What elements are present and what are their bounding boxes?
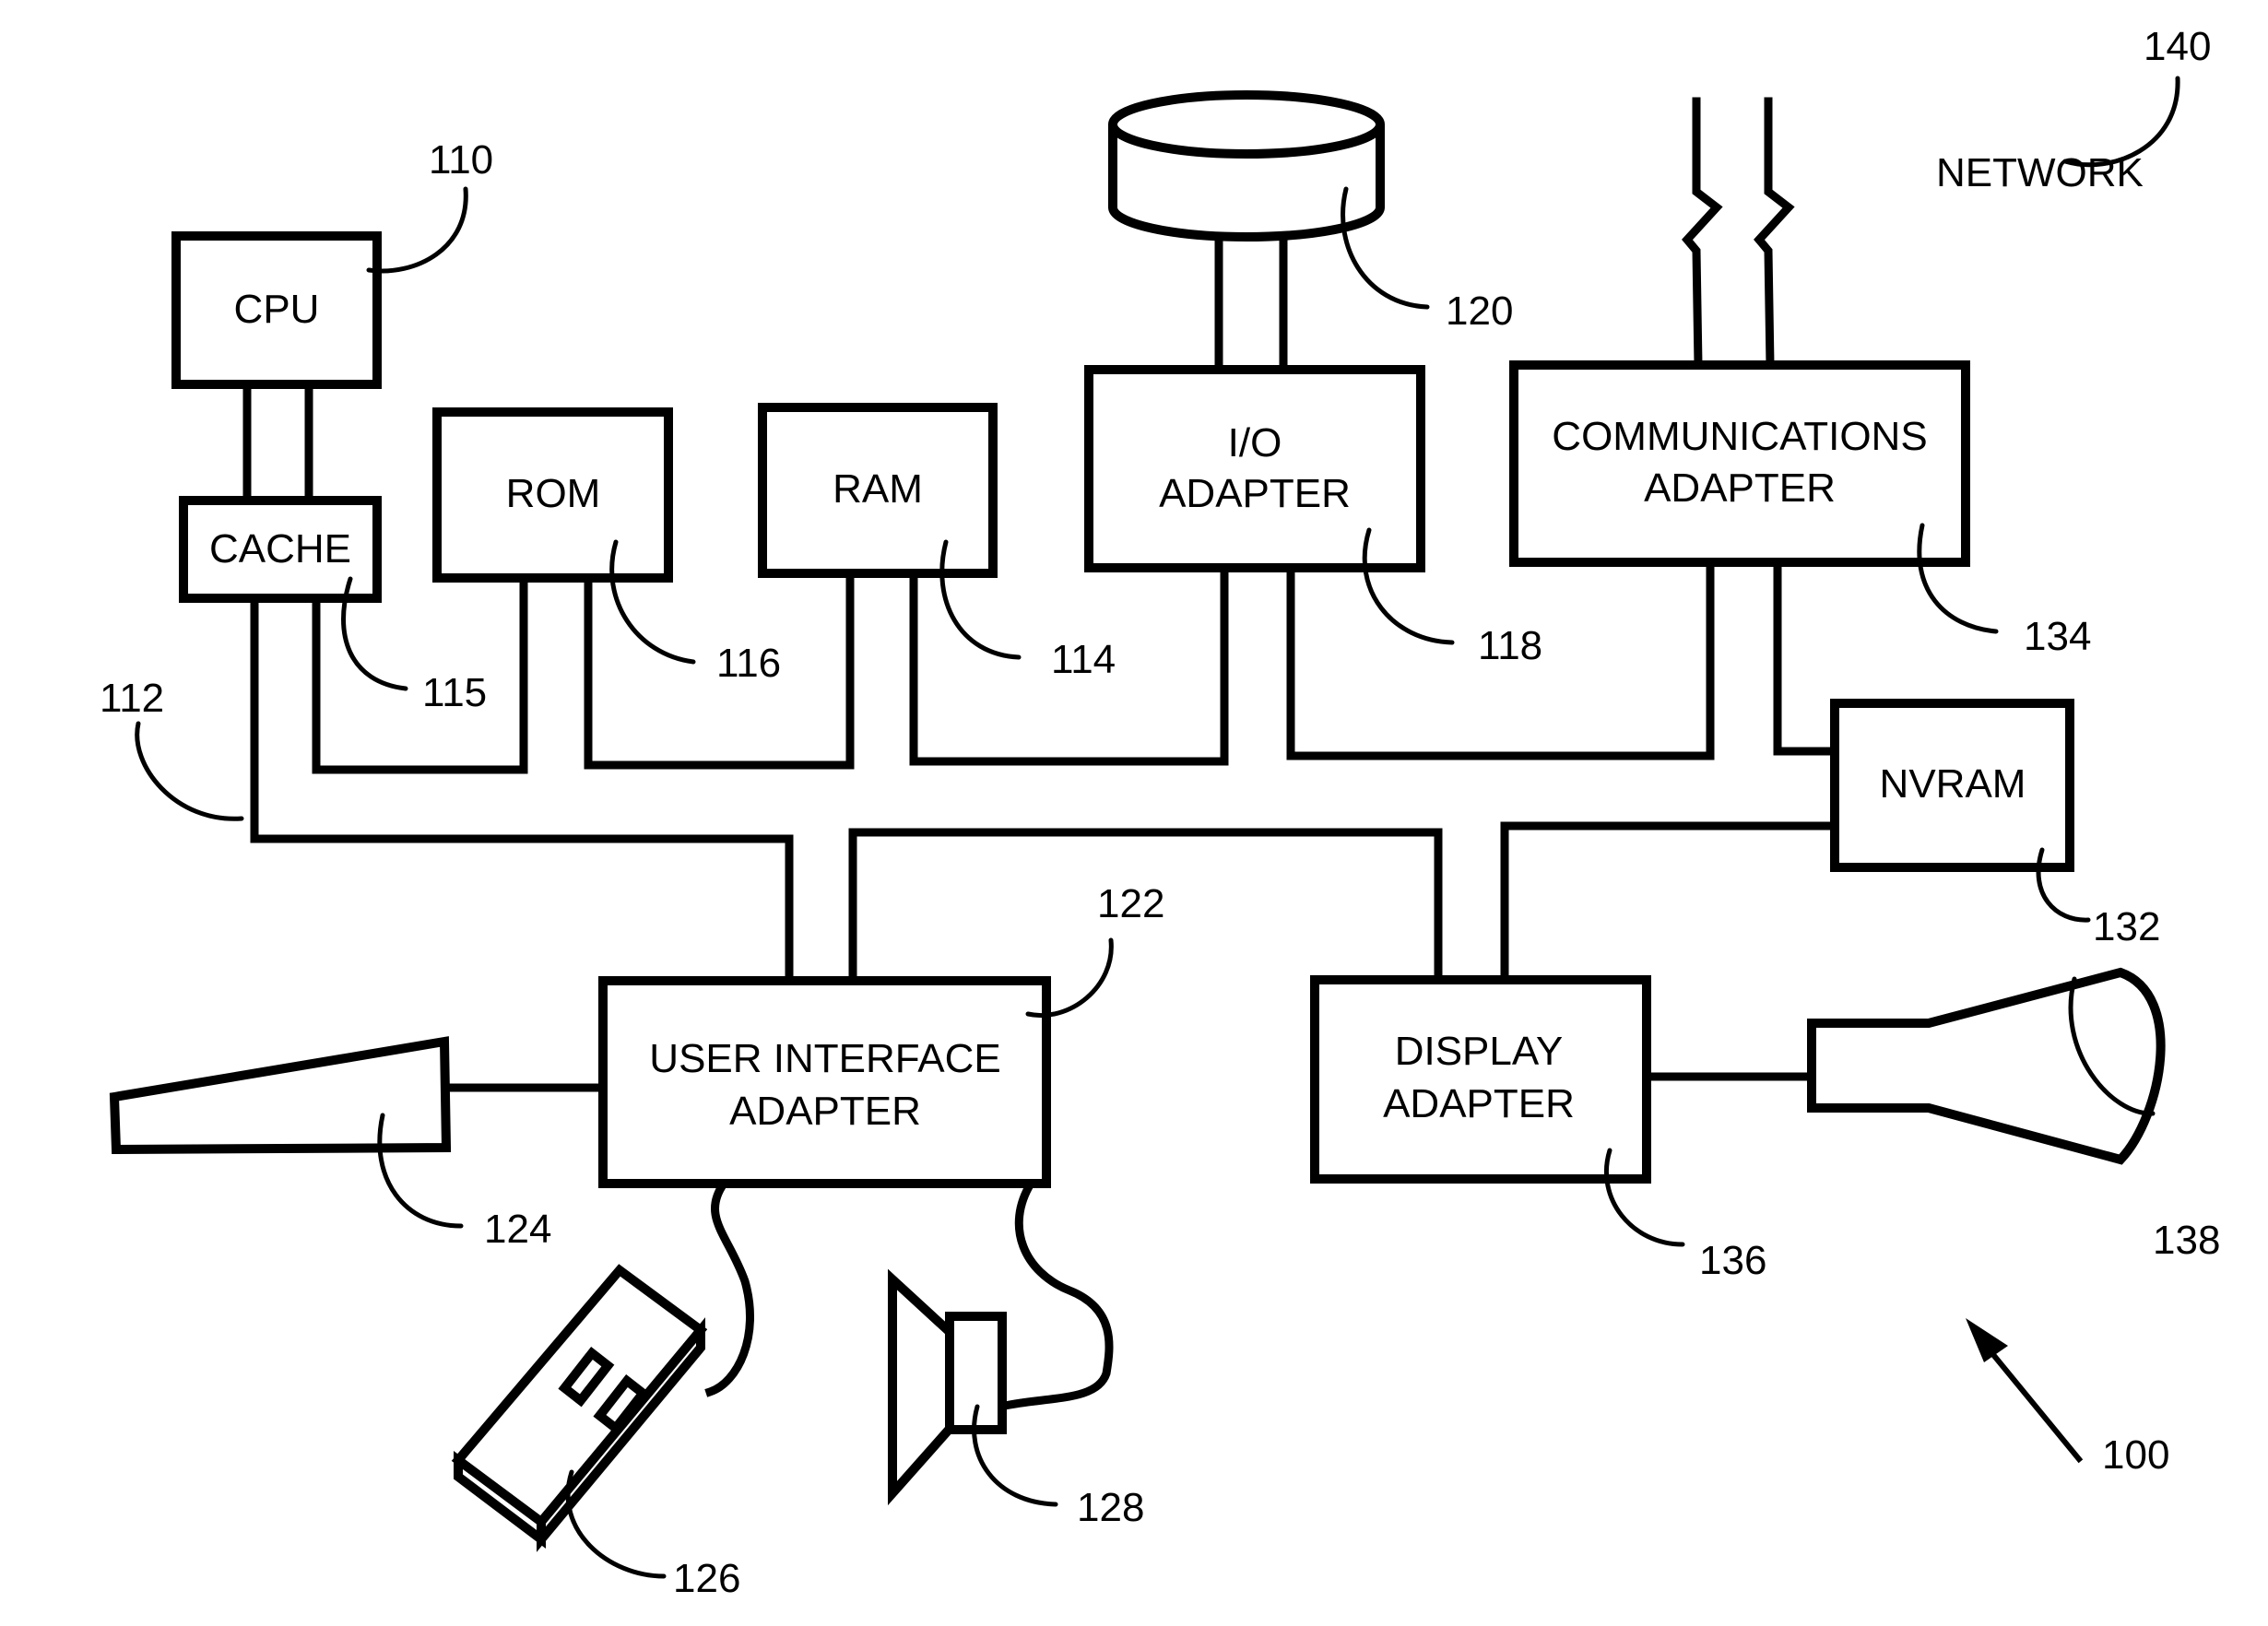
ref-112: 112	[100, 676, 164, 721]
ref-100: 100	[2102, 1432, 2169, 1478]
io-adapter-block: I/O ADAPTER	[1084, 365, 1425, 572]
monitor-device	[1807, 967, 2166, 1165]
comm-adapter-label-line1: COMMUNICATIONS	[1552, 414, 1927, 459]
nvram-block: NVRAM	[1830, 699, 2074, 872]
disk-top	[1108, 90, 1385, 159]
bus-line-display-nvram	[1500, 821, 1839, 984]
ref-124: 124	[484, 1207, 551, 1252]
ui-adapter-label-line1: USER INTERFACE	[649, 1036, 1000, 1081]
ref-115: 115	[422, 670, 487, 715]
block-diagram: CPU CACHE ROM RAM I/O ADAPTER COMMUNICAT…	[100, 24, 2220, 1601]
bus-line-cache-rom	[312, 573, 528, 774]
ui-adapter-box	[598, 976, 1051, 1188]
ref-134: 134	[2024, 614, 2091, 659]
io-adapter-box	[1084, 365, 1425, 572]
comm-adapter-box	[1509, 360, 1970, 567]
ref-126: 126	[673, 1556, 740, 1601]
io-adapter-label-line1: I/O	[1228, 420, 1282, 465]
keyboard-device	[109, 1036, 452, 1155]
network-line-left	[1682, 97, 1723, 370]
arrow-shaft	[1978, 1337, 2084, 1464]
ref-128: 128	[1077, 1485, 1144, 1530]
ram-label: RAM	[833, 466, 923, 512]
arrow-head-icon	[1966, 1318, 2008, 1362]
ui-adapter-label-line2: ADAPTER	[729, 1089, 921, 1134]
disk-drive	[1108, 90, 1385, 242]
ref-110: 110	[429, 137, 493, 183]
ram-block: RAM	[758, 403, 998, 578]
cpu-label: CPU	[234, 287, 320, 332]
io-adapter-label-line2: ADAPTER	[1159, 471, 1351, 516]
ref-136: 136	[1699, 1238, 1766, 1283]
speaker-cable	[999, 1177, 1114, 1411]
ui-adapter-block: USER INTERFACE ADAPTER	[598, 976, 1051, 1188]
nvram-label: NVRAM	[1880, 761, 2026, 807]
ref-118: 118	[1478, 623, 1542, 668]
ref-140: 140	[2144, 24, 2211, 69]
ref-114: 114	[1051, 637, 1116, 682]
display-adapter-label-line1: DISPLAY	[1395, 1029, 1564, 1074]
ref-120: 120	[1446, 289, 1513, 334]
speaker-cone-icon	[888, 1268, 954, 1506]
bus-line-comm-nvram	[1773, 558, 1839, 756]
mouse-device	[451, 1264, 708, 1552]
ref-122: 122	[1097, 881, 1164, 926]
figure-reference-arrow	[1966, 1318, 2084, 1464]
ref-116: 116	[716, 641, 781, 686]
display-adapter-label-line2: ADAPTER	[1383, 1081, 1575, 1126]
ref-132: 132	[2093, 904, 2160, 949]
mouse-cable	[704, 1177, 755, 1397]
comm-adapter-block: COMMUNICATIONS ADAPTER	[1509, 360, 1970, 567]
monitor-icon	[1807, 967, 2166, 1165]
cache-label: CACHE	[209, 526, 351, 571]
network-line-right	[1754, 97, 1795, 370]
ref-138: 138	[2153, 1218, 2220, 1263]
speaker-device	[888, 1268, 1007, 1506]
keyboard-icon	[109, 1036, 452, 1155]
cpu-block: CPU	[171, 231, 382, 389]
display-adapter-block: DISPLAY ADAPTER	[1310, 975, 1651, 1184]
rom-block: ROM	[432, 407, 673, 583]
comm-adapter-label-line2: ADAPTER	[1644, 465, 1836, 511]
rom-label: ROM	[506, 471, 601, 516]
display-adapter-box	[1310, 975, 1651, 1184]
leader-112	[135, 721, 244, 821]
network-label: NETWORK	[1936, 150, 2144, 195]
leader-110	[366, 186, 468, 274]
